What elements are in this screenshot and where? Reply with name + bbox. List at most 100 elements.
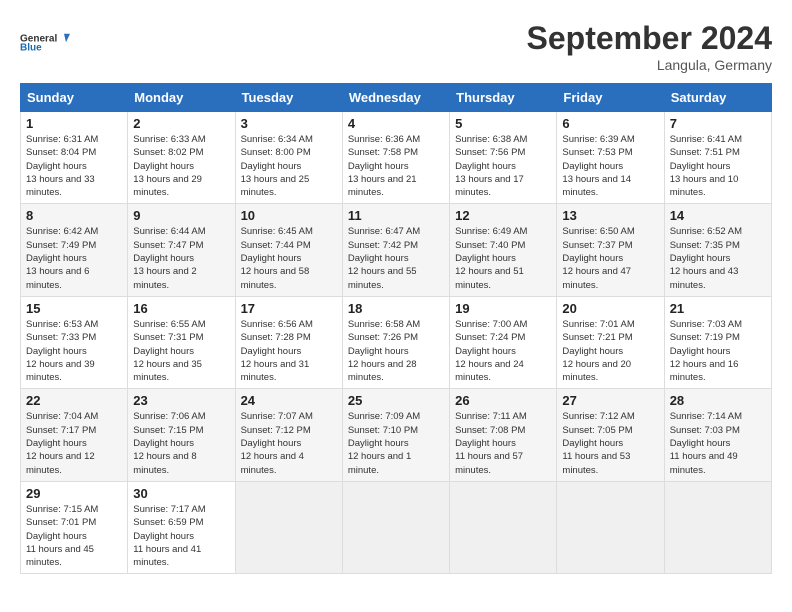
day-number: 8 bbox=[26, 208, 122, 223]
day-number: 25 bbox=[348, 393, 444, 408]
day-number: 6 bbox=[562, 116, 658, 131]
day-info: Sunrise: 6:36 AM Sunset: 7:58 PM Dayligh… bbox=[348, 133, 444, 199]
day-number: 27 bbox=[562, 393, 658, 408]
day-info: Sunrise: 6:42 AM Sunset: 7:49 PM Dayligh… bbox=[26, 225, 122, 291]
day-number: 13 bbox=[562, 208, 658, 223]
day-number: 22 bbox=[26, 393, 122, 408]
title-area: September 2024 Langula, Germany bbox=[527, 20, 772, 73]
calendar-cell: 20 Sunrise: 7:01 AM Sunset: 7:21 PM Dayl… bbox=[557, 296, 664, 388]
weekday-header-saturday: Saturday bbox=[664, 84, 771, 112]
day-info: Sunrise: 6:50 AM Sunset: 7:37 PM Dayligh… bbox=[562, 225, 658, 291]
calendar-cell: 18 Sunrise: 6:58 AM Sunset: 7:26 PM Dayl… bbox=[342, 296, 449, 388]
calendar-cell: 15 Sunrise: 6:53 AM Sunset: 7:33 PM Dayl… bbox=[21, 296, 128, 388]
month-title: September 2024 bbox=[527, 20, 772, 57]
calendar-cell: 24 Sunrise: 7:07 AM Sunset: 7:12 PM Dayl… bbox=[235, 389, 342, 481]
day-info: Sunrise: 6:44 AM Sunset: 7:47 PM Dayligh… bbox=[133, 225, 229, 291]
calendar-cell: 17 Sunrise: 6:56 AM Sunset: 7:28 PM Dayl… bbox=[235, 296, 342, 388]
day-number: 19 bbox=[455, 301, 551, 316]
day-number: 18 bbox=[348, 301, 444, 316]
calendar-cell: 5 Sunrise: 6:38 AM Sunset: 7:56 PM Dayli… bbox=[450, 112, 557, 204]
day-info: Sunrise: 7:11 AM Sunset: 7:08 PM Dayligh… bbox=[455, 410, 551, 476]
weekday-header-thursday: Thursday bbox=[450, 84, 557, 112]
day-info: Sunrise: 7:12 AM Sunset: 7:05 PM Dayligh… bbox=[562, 410, 658, 476]
day-number: 16 bbox=[133, 301, 229, 316]
calendar-cell bbox=[664, 481, 771, 573]
calendar-cell: 14 Sunrise: 6:52 AM Sunset: 7:35 PM Dayl… bbox=[664, 204, 771, 296]
calendar-week-row-2: 8 Sunrise: 6:42 AM Sunset: 7:49 PM Dayli… bbox=[21, 204, 772, 296]
calendar-cell: 1 Sunrise: 6:31 AM Sunset: 8:04 PM Dayli… bbox=[21, 112, 128, 204]
day-info: Sunrise: 6:56 AM Sunset: 7:28 PM Dayligh… bbox=[241, 318, 337, 384]
day-number: 1 bbox=[26, 116, 122, 131]
calendar-cell bbox=[557, 481, 664, 573]
day-number: 28 bbox=[670, 393, 766, 408]
calendar-cell: 25 Sunrise: 7:09 AM Sunset: 7:10 PM Dayl… bbox=[342, 389, 449, 481]
calendar-cell: 6 Sunrise: 6:39 AM Sunset: 7:53 PM Dayli… bbox=[557, 112, 664, 204]
day-info: Sunrise: 6:39 AM Sunset: 7:53 PM Dayligh… bbox=[562, 133, 658, 199]
day-info: Sunrise: 6:38 AM Sunset: 7:56 PM Dayligh… bbox=[455, 133, 551, 199]
calendar-cell: 11 Sunrise: 6:47 AM Sunset: 7:42 PM Dayl… bbox=[342, 204, 449, 296]
day-number: 11 bbox=[348, 208, 444, 223]
day-number: 21 bbox=[670, 301, 766, 316]
calendar-cell: 22 Sunrise: 7:04 AM Sunset: 7:17 PM Dayl… bbox=[21, 389, 128, 481]
day-info: Sunrise: 6:34 AM Sunset: 8:00 PM Dayligh… bbox=[241, 133, 337, 199]
day-number: 2 bbox=[133, 116, 229, 131]
day-info: Sunrise: 6:55 AM Sunset: 7:31 PM Dayligh… bbox=[133, 318, 229, 384]
weekday-header-sunday: Sunday bbox=[21, 84, 128, 112]
day-number: 29 bbox=[26, 486, 122, 501]
calendar-cell: 19 Sunrise: 7:00 AM Sunset: 7:24 PM Dayl… bbox=[450, 296, 557, 388]
svg-text:Blue: Blue bbox=[20, 42, 42, 53]
calendar-cell bbox=[342, 481, 449, 573]
calendar-week-row-5: 29 Sunrise: 7:15 AM Sunset: 7:01 PM Dayl… bbox=[21, 481, 772, 573]
location: Langula, Germany bbox=[527, 57, 772, 73]
calendar-cell: 16 Sunrise: 6:55 AM Sunset: 7:31 PM Dayl… bbox=[128, 296, 235, 388]
calendar-cell: 3 Sunrise: 6:34 AM Sunset: 8:00 PM Dayli… bbox=[235, 112, 342, 204]
calendar-cell: 26 Sunrise: 7:11 AM Sunset: 7:08 PM Dayl… bbox=[450, 389, 557, 481]
calendar-cell: 7 Sunrise: 6:41 AM Sunset: 7:51 PM Dayli… bbox=[664, 112, 771, 204]
day-info: Sunrise: 6:52 AM Sunset: 7:35 PM Dayligh… bbox=[670, 225, 766, 291]
day-number: 26 bbox=[455, 393, 551, 408]
day-number: 24 bbox=[241, 393, 337, 408]
day-info: Sunrise: 6:41 AM Sunset: 7:51 PM Dayligh… bbox=[670, 133, 766, 199]
weekday-header-row: SundayMondayTuesdayWednesdayThursdayFrid… bbox=[21, 84, 772, 112]
weekday-header-monday: Monday bbox=[128, 84, 235, 112]
day-number: 17 bbox=[241, 301, 337, 316]
day-number: 5 bbox=[455, 116, 551, 131]
calendar-cell: 28 Sunrise: 7:14 AM Sunset: 7:03 PM Dayl… bbox=[664, 389, 771, 481]
day-info: Sunrise: 7:07 AM Sunset: 7:12 PM Dayligh… bbox=[241, 410, 337, 476]
day-info: Sunrise: 7:15 AM Sunset: 7:01 PM Dayligh… bbox=[26, 503, 122, 569]
day-info: Sunrise: 6:47 AM Sunset: 7:42 PM Dayligh… bbox=[348, 225, 444, 291]
day-number: 3 bbox=[241, 116, 337, 131]
day-info: Sunrise: 6:33 AM Sunset: 8:02 PM Dayligh… bbox=[133, 133, 229, 199]
day-number: 14 bbox=[670, 208, 766, 223]
weekday-header-friday: Friday bbox=[557, 84, 664, 112]
day-info: Sunrise: 7:03 AM Sunset: 7:19 PM Dayligh… bbox=[670, 318, 766, 384]
day-info: Sunrise: 6:53 AM Sunset: 7:33 PM Dayligh… bbox=[26, 318, 122, 384]
calendar-cell: 8 Sunrise: 6:42 AM Sunset: 7:49 PM Dayli… bbox=[21, 204, 128, 296]
day-info: Sunrise: 7:17 AM Sunset: 6:59 PM Dayligh… bbox=[133, 503, 229, 569]
calendar-cell: 12 Sunrise: 6:49 AM Sunset: 7:40 PM Dayl… bbox=[450, 204, 557, 296]
weekday-header-tuesday: Tuesday bbox=[235, 84, 342, 112]
calendar-cell: 2 Sunrise: 6:33 AM Sunset: 8:02 PM Dayli… bbox=[128, 112, 235, 204]
day-info: Sunrise: 6:45 AM Sunset: 7:44 PM Dayligh… bbox=[241, 225, 337, 291]
logo: General Blue bbox=[20, 20, 70, 65]
day-info: Sunrise: 7:01 AM Sunset: 7:21 PM Dayligh… bbox=[562, 318, 658, 384]
day-info: Sunrise: 7:09 AM Sunset: 7:10 PM Dayligh… bbox=[348, 410, 444, 476]
day-info: Sunrise: 7:06 AM Sunset: 7:15 PM Dayligh… bbox=[133, 410, 229, 476]
calendar-cell: 13 Sunrise: 6:50 AM Sunset: 7:37 PM Dayl… bbox=[557, 204, 664, 296]
calendar-cell: 27 Sunrise: 7:12 AM Sunset: 7:05 PM Dayl… bbox=[557, 389, 664, 481]
day-info: Sunrise: 7:00 AM Sunset: 7:24 PM Dayligh… bbox=[455, 318, 551, 384]
calendar-cell: 30 Sunrise: 7:17 AM Sunset: 6:59 PM Dayl… bbox=[128, 481, 235, 573]
calendar-cell bbox=[450, 481, 557, 573]
calendar-cell: 4 Sunrise: 6:36 AM Sunset: 7:58 PM Dayli… bbox=[342, 112, 449, 204]
calendar-table: SundayMondayTuesdayWednesdayThursdayFrid… bbox=[20, 83, 772, 574]
calendar-week-row-3: 15 Sunrise: 6:53 AM Sunset: 7:33 PM Dayl… bbox=[21, 296, 772, 388]
day-number: 20 bbox=[562, 301, 658, 316]
logo-svg: General Blue bbox=[20, 20, 70, 65]
day-info: Sunrise: 6:58 AM Sunset: 7:26 PM Dayligh… bbox=[348, 318, 444, 384]
calendar-cell: 23 Sunrise: 7:06 AM Sunset: 7:15 PM Dayl… bbox=[128, 389, 235, 481]
calendar-cell: 29 Sunrise: 7:15 AM Sunset: 7:01 PM Dayl… bbox=[21, 481, 128, 573]
weekday-header-wednesday: Wednesday bbox=[342, 84, 449, 112]
day-number: 9 bbox=[133, 208, 229, 223]
day-number: 30 bbox=[133, 486, 229, 501]
calendar-week-row-1: 1 Sunrise: 6:31 AM Sunset: 8:04 PM Dayli… bbox=[21, 112, 772, 204]
